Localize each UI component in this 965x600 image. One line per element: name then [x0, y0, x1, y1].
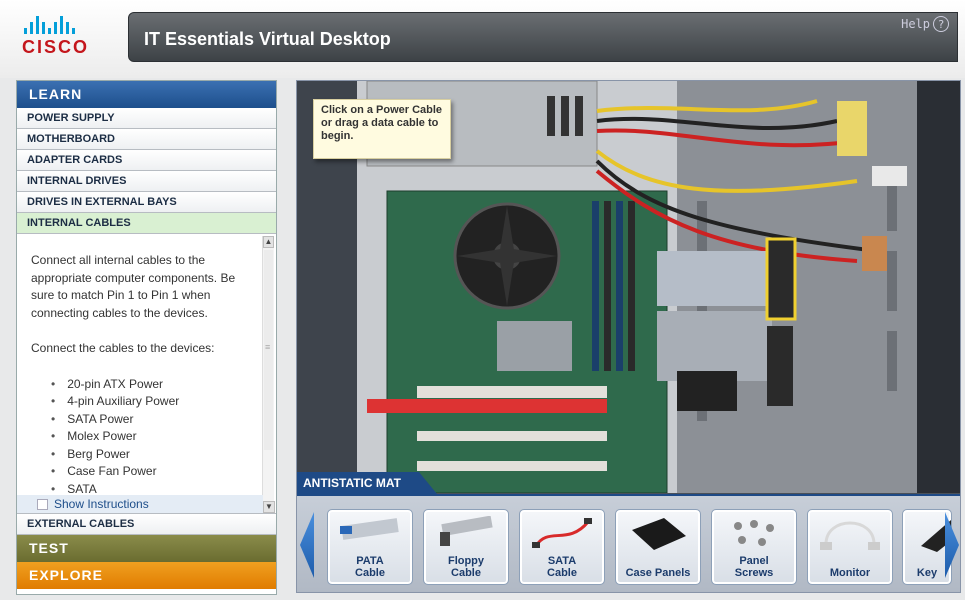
learn-section-header[interactable]: LEARN	[17, 81, 276, 108]
tray-item-panel-screws[interactable]: Panel Screws	[711, 509, 797, 585]
hint-tooltip: Click on a Power Cable or drag a data ca…	[313, 99, 451, 159]
nav-adapter-cards[interactable]: ADAPTER CARDS	[17, 150, 276, 171]
antistatic-mat-label: ANTISTATIC MAT	[297, 472, 437, 494]
tray-item-floppy-cable[interactable]: Floppy Cable	[423, 509, 509, 585]
sata-power-connector[interactable]	[862, 236, 887, 271]
instructions-paragraph-1: Connect all internal cables to the appro…	[31, 253, 236, 320]
case-panel-icon	[632, 518, 686, 550]
pci-express-slot[interactable]	[417, 386, 607, 398]
chipset-heatsink	[497, 321, 572, 371]
learn-panel: LEARN POWER SUPPLY MOTHERBOARD ADAPTER C…	[16, 80, 277, 595]
tray-left-arrow-icon[interactable]	[300, 512, 314, 578]
nav-drives-external-bays[interactable]: DRIVES IN EXTERNAL BAYS	[17, 192, 276, 213]
test-section-header[interactable]: TEST	[17, 535, 276, 562]
list-item: Berg Power	[51, 446, 251, 464]
monitor-cable-icon	[820, 521, 880, 550]
screws-icon	[734, 520, 774, 546]
nav-external-cables[interactable]: EXTERNAL CABLES	[17, 514, 276, 535]
floppy-cable-icon	[440, 516, 493, 546]
list-item: Molex Power	[51, 428, 251, 446]
instructions-text: Connect all internal cables to the appro…	[31, 252, 251, 498]
cisco-logo: CISCO	[22, 14, 112, 62]
header: CISCO IT Essentials Virtual Desktop Help…	[0, 0, 965, 78]
tray-item-label: PATA Cable	[355, 555, 385, 579]
tray-item-label: Floppy Cable	[447, 555, 485, 579]
nav-internal-cables[interactable]: INTERNAL CABLES	[17, 213, 276, 234]
scroll-up-icon[interactable]: ▲	[263, 236, 274, 248]
component-tray: PATA Cable Floppy Cable SATA Cable Case …	[297, 494, 960, 592]
highlighted-ide-connector[interactable]	[765, 237, 797, 321]
instructions-scrollbar[interactable]: ▲ ≡ ▼	[262, 236, 275, 513]
optical-drive[interactable]	[677, 371, 737, 411]
cable-list: 20-pin ATX Power 4-pin Auxiliary Power S…	[51, 376, 251, 499]
tray-item-label: Panel Screws	[734, 555, 774, 579]
help-button[interactable]: Help ?	[901, 16, 949, 32]
instructions-paragraph-2: Connect the cables to the devices:	[31, 341, 215, 355]
list-item: Case Fan Power	[51, 463, 251, 481]
pci-slot[interactable]	[417, 431, 607, 441]
atx-power-connector[interactable]	[837, 101, 867, 156]
list-item: 20-pin ATX Power	[51, 376, 251, 394]
list-item: 4-pin Auxiliary Power	[51, 393, 251, 411]
app-title: IT Essentials Virtual Desktop	[144, 29, 391, 49]
nav-motherboard[interactable]: MOTHERBOARD	[17, 129, 276, 150]
list-item: SATA Power	[51, 411, 251, 429]
show-instructions-toggle[interactable]: Show Instructions	[17, 495, 263, 513]
help-question-icon: ?	[933, 16, 949, 32]
tray-item-keyboard[interactable]: Key	[902, 509, 952, 585]
explore-section-header[interactable]: EXPLORE	[17, 562, 276, 589]
tray-item-pata-cable[interactable]: PATA Cable	[327, 509, 413, 585]
tray-item-monitor[interactable]: Monitor	[807, 509, 893, 585]
tray-item-label: Key	[916, 567, 938, 579]
tray-item-label: Monitor	[829, 567, 871, 579]
show-instructions-label: Show Instructions	[54, 497, 149, 511]
help-label: Help	[901, 17, 930, 31]
pata-cable-icon	[340, 518, 399, 540]
scroll-down-icon[interactable]: ▼	[263, 501, 275, 513]
red-adapter-slot[interactable]	[367, 399, 607, 413]
instructions-panel: Connect all internal cables to the appro…	[17, 234, 276, 514]
show-instructions-checkbox[interactable]	[37, 498, 48, 510]
nav-power-supply[interactable]: POWER SUPPLY	[17, 108, 276, 129]
cisco-wordmark: CISCO	[22, 37, 90, 57]
scroll-grip-icon: ≡	[265, 342, 271, 352]
title-bar: IT Essentials Virtual Desktop Help ?	[128, 12, 958, 62]
cpu-fan[interactable]	[453, 202, 561, 310]
tray-item-label: SATA Cable	[547, 555, 577, 579]
nav-internal-drives[interactable]: INTERNAL DRIVES	[17, 171, 276, 192]
cisco-bars-icon	[24, 14, 112, 34]
virtual-desktop-workspace: Click on a Power Cable or drag a data ca…	[296, 80, 961, 593]
tray-right-arrow-icon[interactable]	[945, 512, 959, 578]
tray-item-sata-cable[interactable]: SATA Cable	[519, 509, 605, 585]
molex-power-connector[interactable]	[872, 166, 907, 186]
sata-cable-icon	[532, 518, 592, 548]
tray-item-label: Case Panels	[625, 567, 691, 579]
tray-item-case-panels[interactable]: Case Panels	[615, 509, 701, 585]
